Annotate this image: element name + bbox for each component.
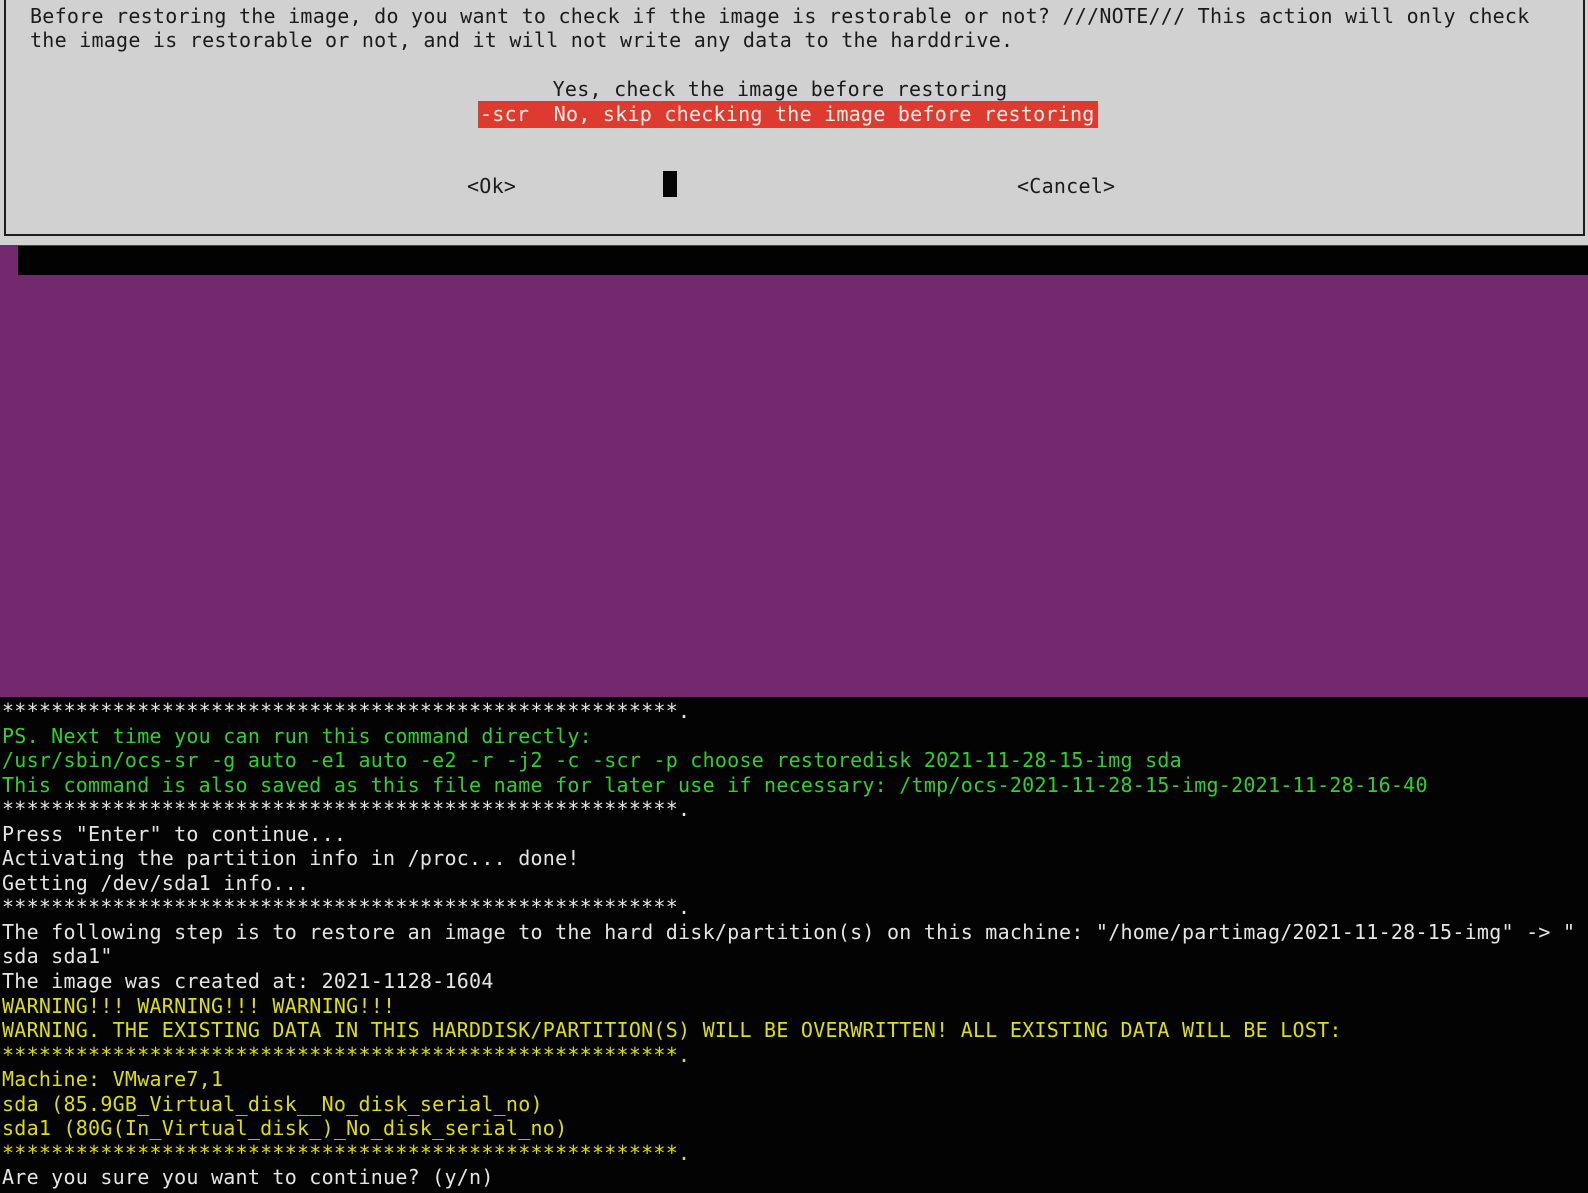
dialog-message-line1: Before restoring the image, do you want … xyxy=(30,4,1530,28)
terminal-line: Machine: VMware7,1 xyxy=(2,1067,224,1092)
terminal-line: The image was created at: 2021-1128-1604 xyxy=(2,969,494,994)
terminal-separator: ****************************************… xyxy=(2,797,691,822)
text-cursor-block xyxy=(663,171,677,197)
terminal-line: sda1 (80G(In_Virtual_disk_)_No_disk_seri… xyxy=(2,1116,568,1141)
terminal-line: sda sda1" xyxy=(2,944,113,969)
cancel-button[interactable]: <Cancel> xyxy=(1017,174,1115,198)
option-yes-check-image[interactable]: Yes, check the image before restoring xyxy=(0,77,1560,101)
terminal-line: The following step is to restore an imag… xyxy=(2,919,1576,944)
terminal-line: This command is also saved as this file … xyxy=(2,772,1428,797)
dialog-shadow xyxy=(18,246,1588,275)
terminal-line: Activating the partition info in /proc..… xyxy=(2,846,580,871)
terminal-line-command: /usr/sbin/ocs-sr -g auto -e1 auto -e2 -r… xyxy=(2,748,1182,773)
restore-check-dialog: Before restoring the image, do you want … xyxy=(0,0,1588,245)
terminal-line: Press "Enter" to continue... xyxy=(2,821,347,846)
dialog-message-line2: the image is restorable or not, and it w… xyxy=(30,28,1014,52)
terminal-line: PS. Next time you can run this command d… xyxy=(2,723,592,748)
terminal-prompt-continue[interactable]: Are you sure you want to continue? (y/n) xyxy=(0,1165,1588,1190)
terminal-separator: ****************************************… xyxy=(2,699,691,723)
terminal-separator: ****************************************… xyxy=(2,1042,691,1067)
terminal-separator: ****************************************… xyxy=(2,895,691,920)
terminal-separator: ****************************************… xyxy=(2,1140,691,1165)
terminal-line-warning: WARNING. THE EXISTING DATA IN THIS HARDD… xyxy=(2,1018,1342,1043)
terminal-line: sda (85.9GB_Virtual_disk__No_disk_serial… xyxy=(2,1091,543,1116)
terminal-output: ****************************************… xyxy=(0,697,1588,1193)
terminal-line: Getting /dev/sda1 info... xyxy=(2,870,310,895)
terminal-line-warning: WARNING!!! WARNING!!! WARNING!!! xyxy=(2,993,396,1018)
option-no-skip-check-selected[interactable]: -scr No, skip checking the image before … xyxy=(478,101,1098,128)
desktop-background xyxy=(0,245,1588,697)
ok-button[interactable]: <Ok> xyxy=(467,174,516,198)
